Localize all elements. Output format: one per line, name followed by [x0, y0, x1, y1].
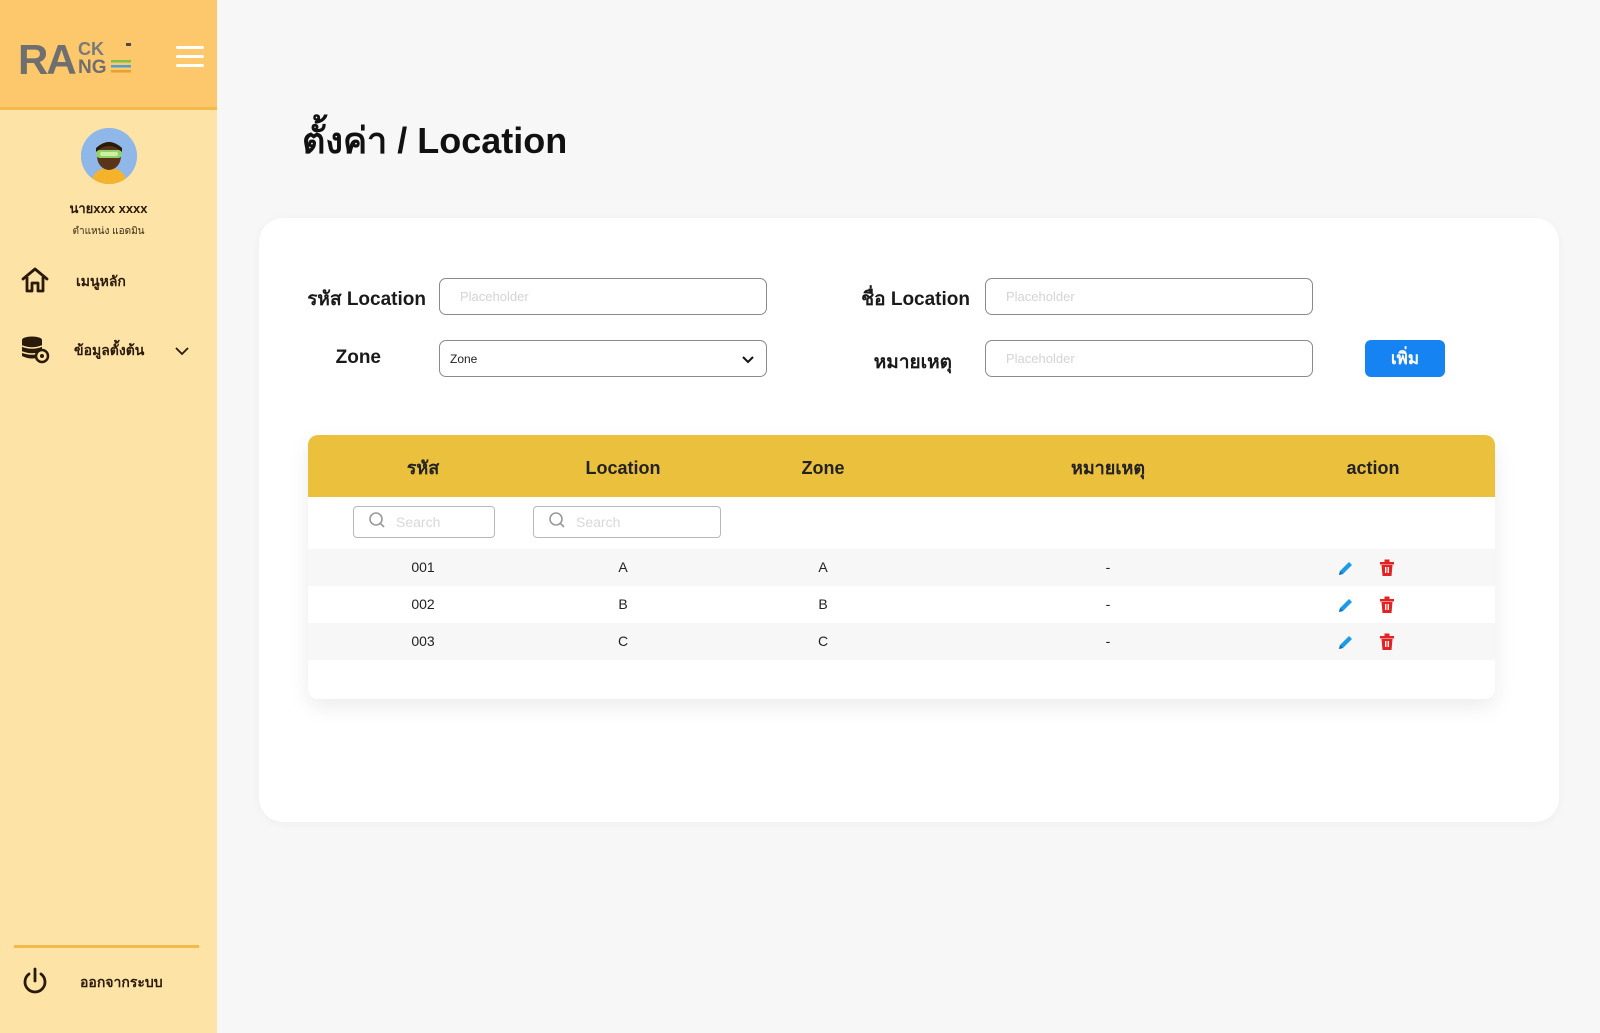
table-row: 003 C C - [308, 623, 1495, 660]
cell-note: - [1105, 559, 1111, 575]
location-search-input[interactable] [576, 514, 676, 530]
sidebar-header: RA CK NG [0, 0, 217, 110]
sidebar-item-home[interactable]: เมนูหลัก [20, 264, 200, 300]
logout-button[interactable]: ออกจากระบบ [20, 965, 200, 1001]
note-input[interactable] [985, 340, 1313, 377]
location-name-input[interactable] [985, 278, 1313, 315]
chevron-down-icon[interactable] [174, 343, 190, 364]
zone-label: Zone [335, 347, 381, 368]
table-row: 002 B B - [308, 586, 1495, 623]
code-search-input[interactable] [396, 514, 496, 530]
cell-code: 003 [411, 633, 435, 649]
pencil-icon[interactable] [1337, 633, 1355, 656]
sidebar-item-label: ออกจากระบบ [80, 974, 163, 990]
trash-icon[interactable] [1379, 559, 1395, 582]
cell-note: - [1105, 633, 1111, 649]
zone-select[interactable]: Zone [439, 340, 767, 377]
name-label: ชื่อ Location [861, 289, 970, 310]
search-icon [368, 511, 386, 534]
page-title: ตั้งค่า / Location [302, 120, 568, 161]
cell-location: A [618, 559, 628, 575]
code-label: รหัส Location [307, 289, 426, 310]
home-icon [20, 265, 50, 300]
user-name: นายxxx xxxx [69, 201, 148, 216]
location-search-box[interactable] [533, 506, 721, 538]
user-role: ตำแหน่ง แอดมิน [72, 226, 145, 237]
table-row: 001 A A - [308, 549, 1495, 586]
cell-location: B [618, 596, 628, 612]
power-icon [20, 966, 50, 1001]
cell-zone: B [818, 596, 828, 612]
cell-code: 002 [411, 596, 435, 612]
column-header-action: action [1346, 458, 1400, 478]
location-table: รหัส Location Zone หมายเหตุ action 001 A… [308, 435, 1495, 699]
svg-text:RA: RA [18, 36, 76, 78]
column-header-location: Location [585, 458, 661, 478]
chevron-down-icon [742, 354, 754, 368]
cell-note: - [1105, 596, 1111, 612]
brand-logo: RA CK NG [18, 34, 138, 83]
svg-text:NG: NG [78, 57, 107, 78]
user-profile: นายxxx xxxx ตำแหน่ง แอดมิน [0, 128, 217, 239]
zone-select-value: Zone [450, 351, 478, 366]
add-button[interactable]: เพิ่ม [1365, 340, 1445, 377]
pencil-icon[interactable] [1337, 559, 1355, 582]
cell-code: 001 [411, 559, 435, 575]
cell-location: C [617, 633, 629, 649]
database-settings-icon [20, 334, 50, 369]
location-code-input[interactable] [439, 278, 767, 315]
trash-icon[interactable] [1379, 596, 1395, 619]
svg-text:CK: CK [78, 39, 104, 59]
column-header-note: หมายเหตุ [1070, 458, 1146, 478]
filter-row [308, 497, 1495, 549]
avatar [80, 128, 137, 184]
column-header-zone: Zone [801, 458, 845, 478]
cell-zone: C [817, 633, 829, 649]
pencil-icon[interactable] [1337, 596, 1355, 619]
sidebar-item-label: เมนูหลัก [76, 273, 126, 289]
trash-icon[interactable] [1379, 633, 1395, 656]
note-label: หมายเหตุ [873, 352, 952, 373]
sidebar-item-master-data[interactable]: ข้อมูลตั้งต้น [20, 333, 200, 369]
column-header-code: รหัส [406, 458, 440, 478]
sidebar-item-label: ข้อมูลตั้งต้น [74, 342, 145, 358]
code-search-box[interactable] [353, 506, 496, 538]
divider [14, 945, 199, 948]
sidebar: RA CK NG นายxxx xxxx ตำแหน่ง แอดมิน เมนู… [0, 0, 217, 1033]
hamburger-icon[interactable] [176, 46, 204, 68]
table-header: รหัส Location Zone หมายเหตุ action [308, 435, 1495, 497]
cell-zone: A [818, 559, 828, 575]
search-icon [548, 511, 566, 534]
